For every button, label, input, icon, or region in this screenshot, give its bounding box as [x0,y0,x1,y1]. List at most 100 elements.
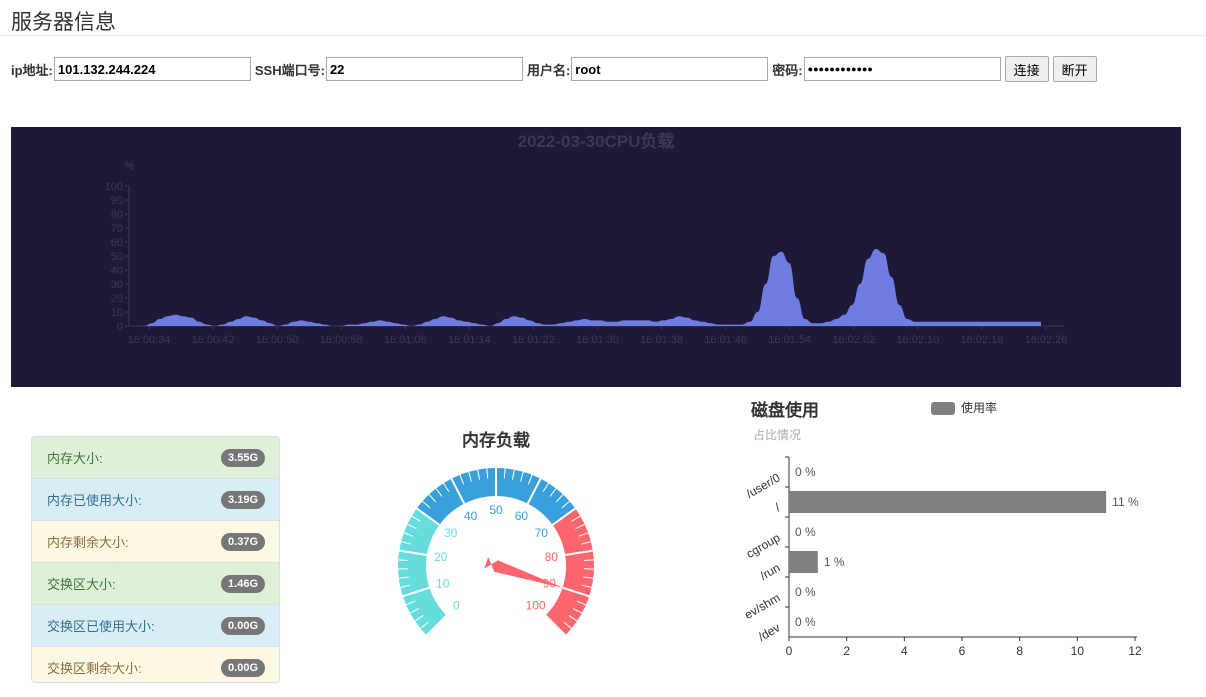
gauge-tick-label: 40 [464,509,478,523]
gauge-tick-label: 50 [489,503,503,517]
gauge-tick-label: 20 [434,550,448,564]
cpu-y-tick-label: 0 [117,321,123,333]
connect-button[interactable]: 连接 [1004,56,1049,82]
cpu-y-tick-label: 60 [111,237,123,249]
cpu-x-tick-label: 16:01:54 [768,334,811,346]
memory-row-label: 交换区大小: [47,577,116,592]
memory-row-label: 交换区已使用大小: [47,619,155,634]
password-input[interactable] [803,57,1001,81]
memory-row-badge: 3.19G [221,490,265,509]
disk-category-label: ev/shm [742,590,783,621]
disk-x-tick-label: 2 [843,644,850,655]
cpu-x-tick-label: 16:01:38 [640,334,683,346]
disk-x-tick-label: 10 [1071,644,1085,655]
disk-x-tick-label: 6 [959,644,966,655]
cpu-x-tick-label: 16:02:10 [896,334,939,346]
cpu-x-tick-label: 16:01:46 [704,334,747,346]
gauge-tick-label: 30 [444,526,458,540]
cpu-x-tick-label: 16:02:26 [1025,334,1068,346]
cpu-x-tick-label: 16:01:06 [384,334,427,346]
memory-row: 内存已使用大小: 3.19G [32,479,279,521]
memory-row-badge: 0.00G [221,658,265,677]
memory-row: 内存剩余大小: 0.37G [32,521,279,563]
disk-category-label: /dev [756,620,783,643]
disk-chart-svg: 磁盘使用占比情况 使用率 0 2 4 6 8 10 12/user/0 0 % / 11 % cgrou… [742,400,1142,658]
ssh-port-label: SSH端口号: [254,62,325,78]
disk-x-tick-label: 4 [901,644,908,655]
cpu-y-tick-label: 20 [111,293,123,305]
cpu-y-tick-label: 90 [111,195,123,207]
cpu-x-tick-label: 16:01:14 [448,334,491,346]
cpu-chart-svg: 2022-03-30CPU负载% 0 10 20 30 40 50 60 70 80 90 100 16… [105,131,1068,346]
disk-x-tick-label: 12 [1128,644,1142,655]
disk-value-label: 11 % [1112,495,1139,509]
title-divider [0,35,1206,36]
gauge-tick [398,559,409,561]
ip-label: ip地址: [11,62,53,78]
cpu-y-tick-label: 30 [111,279,123,291]
memory-row: 交换区剩余大小: 0.00G [32,647,279,682]
gauge-tick-label: 70 [535,526,549,540]
disk-x-tick-label: 8 [1016,644,1023,655]
cpu-x-tick-label: 16:02:18 [961,334,1004,346]
cpu-x-tick-label: 16:00:34 [128,334,171,346]
gauge-tick [583,559,594,561]
memory-row-badge: 3.55G [221,448,265,467]
disk-category-label: /user/0 [744,470,783,501]
memory-row: 交换区已使用大小: 0.00G [32,605,279,647]
disconnect-button[interactable]: 断开 [1052,56,1097,82]
cpu-y-axis-label: % [124,160,134,172]
gauge-tick-label: 80 [545,550,559,564]
ssh-port-input[interactable] [325,57,523,81]
disk-chart-title: 磁盘使用 [751,400,819,420]
cpu-chart-title: 2022-03-30CPU负载 [518,131,675,151]
username-label: 用户名: [526,62,571,78]
cpu-load-area [144,249,1041,326]
connection-bar: ip地址: SSH端口号: 用户名: 密码: 连接 断开 [11,56,1097,82]
gauge-tick-label: 100 [526,599,546,613]
memory-row-badge: 0.37G [221,532,265,551]
cpu-y-tick-label: 40 [111,265,123,277]
memory-info-panel: 内存大小: 3.55G 内存已使用大小: 3.19G 内存剩余大小: 0.37G… [31,436,280,683]
memory-row: 内存大小: 3.55G [32,437,279,479]
gauge-tick-label: 0 [453,599,460,613]
memory-row-label: 内存已使用大小: [47,493,142,508]
cpu-y-tick-label: 100 [105,181,123,193]
disk-legend-swatch [931,402,955,415]
disk-usage-chart: 磁盘使用 占比情况 使用率 0 2 4 6 8 10 12/user/0 0 % / 11 % cgrou… [735,395,1165,660]
memory-row-badge: 0.00G [221,616,265,635]
cpu-x-tick-label: 16:00:58 [320,334,363,346]
cpu-load-chart: 2022-03-30CPU负载% 0 10 20 30 40 50 60 70 80 90 100 16… [11,127,1181,387]
disk-value-label: 0 % [795,615,816,629]
disk-value-label: 0 % [795,585,816,599]
gauge-tick-label: 60 [515,509,529,523]
gauge-tick-label: 10 [436,576,450,590]
ip-input[interactable] [53,57,251,81]
memory-gauge: 内存负载0102030405060708090100 [370,420,620,645]
disk-usage-bar [789,491,1107,513]
memory-row-label: 内存大小: [47,451,103,466]
username-input[interactable] [571,57,769,81]
disk-category-label: cgroup [744,530,783,561]
disk-category-label: / [773,500,783,514]
cpu-y-tick-label: 70 [111,223,123,235]
cpu-x-tick-label: 16:00:50 [256,334,299,346]
memory-row-label: 交换区剩余大小: [47,661,142,676]
memory-row-badge: 1.46G [221,574,265,593]
page-title: 服务器信息 [11,11,116,34]
disk-value-label: 1 % [824,555,845,569]
cpu-x-tick-label: 16:02:02 [832,334,875,346]
disk-value-label: 0 % [795,465,816,479]
memory-row-label: 内存剩余大小: [47,535,129,550]
cpu-y-tick-label: 10 [111,307,123,319]
disk-value-label: 0 % [795,525,816,539]
cpu-x-tick-label: 16:00:42 [192,334,235,346]
disk-category-label: /run [758,560,783,582]
disk-legend-label: 使用率 [961,400,997,415]
cpu-x-tick-label: 16:01:30 [576,334,619,346]
disk-x-tick-label: 0 [786,644,793,655]
memory-row: 交换区大小: 1.46G [32,563,279,605]
cpu-x-tick-label: 16:01:22 [512,334,555,346]
memory-gauge-svg: 内存负载0102030405060708090100 [398,430,594,637]
memory-gauge-title: 内存负载 [462,430,530,450]
